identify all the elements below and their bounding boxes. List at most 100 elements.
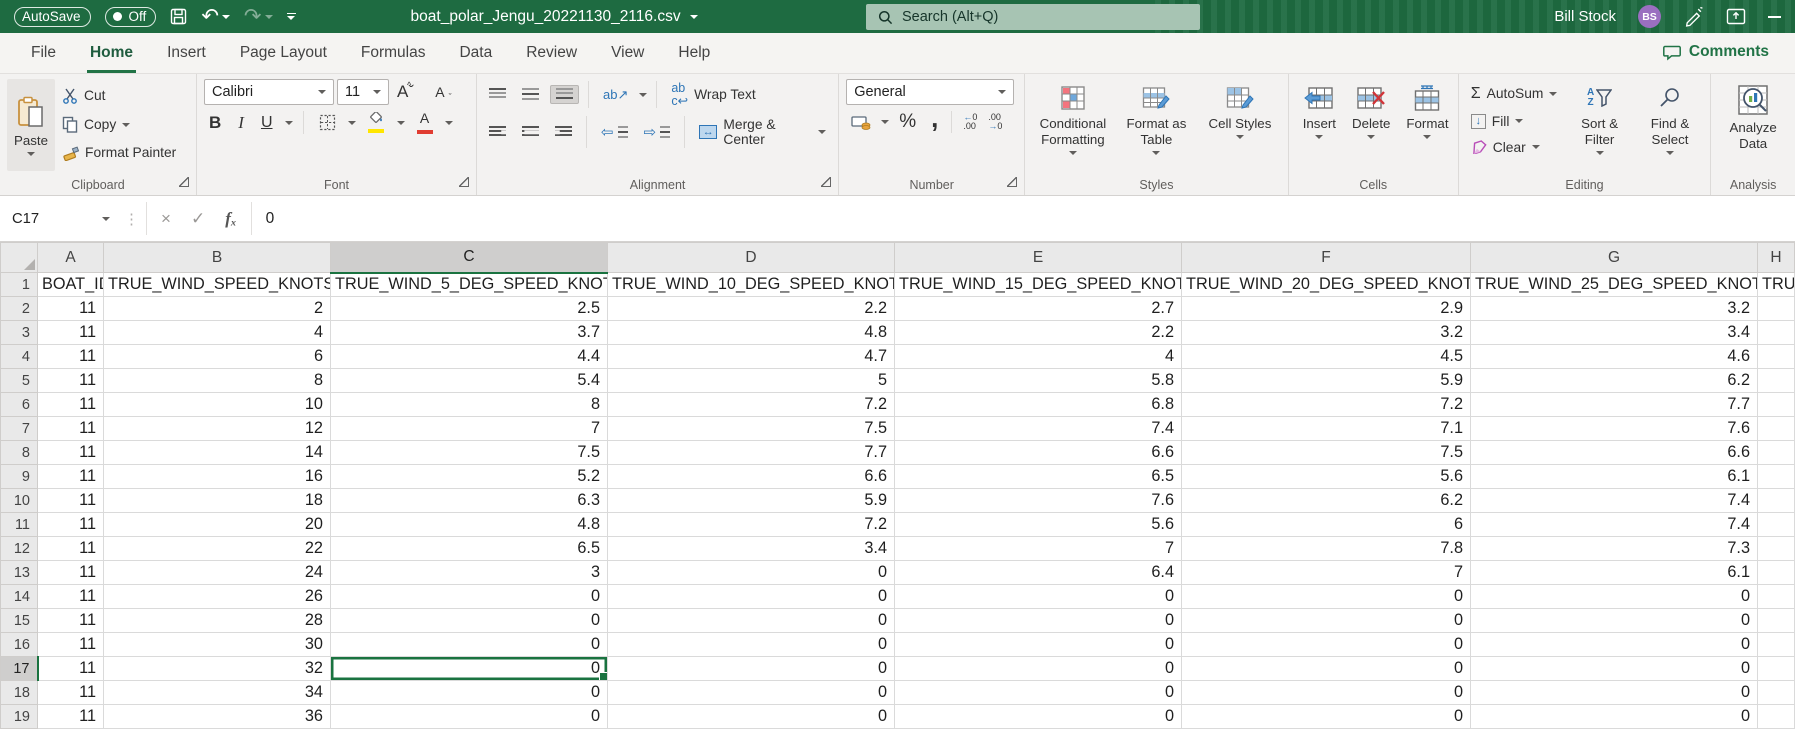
row-header-16[interactable]: 16	[1, 633, 38, 657]
cell-G5[interactable]: 6.2	[1471, 369, 1758, 393]
cell-A2[interactable]: 11	[38, 297, 104, 321]
cell-E3[interactable]: 2.2	[895, 321, 1182, 345]
row-header-1[interactable]: 1	[1, 273, 38, 297]
cell-C17[interactable]: 0	[331, 657, 608, 681]
cell-G6[interactable]: 7.7	[1471, 393, 1758, 417]
search-input[interactable]: Search (Alt+Q)	[866, 4, 1200, 30]
cell-F2[interactable]: 2.9	[1182, 297, 1471, 321]
name-box[interactable]: C17	[0, 202, 118, 235]
cell-F7[interactable]: 7.1	[1182, 417, 1471, 441]
dialog-launcher-icon[interactable]	[821, 177, 831, 187]
bottom-align-button[interactable]	[550, 85, 579, 104]
row-header-18[interactable]: 18	[1, 681, 38, 705]
paste-button[interactable]: Paste	[7, 79, 55, 171]
row-header-7[interactable]: 7	[1, 417, 38, 441]
row-header-17[interactable]: 17	[1, 657, 38, 681]
save-button[interactable]	[170, 8, 187, 25]
fill-color-button[interactable]	[363, 110, 390, 135]
cell-D7[interactable]: 7.5	[608, 417, 895, 441]
cell-G8[interactable]: 6.6	[1471, 441, 1758, 465]
cell-E14[interactable]: 0	[895, 585, 1182, 609]
row-header-4[interactable]: 4	[1, 345, 38, 369]
orientation-button[interactable]: ab↗	[598, 85, 633, 105]
insert-function-button[interactable]: fₓ	[225, 209, 236, 229]
cell-E12[interactable]: 7	[895, 537, 1182, 561]
sort-filter-button[interactable]: AZ Sort & Filter	[1564, 79, 1634, 157]
column-header-e[interactable]: E	[895, 243, 1182, 273]
fill-button[interactable]: ↓ Fill	[1466, 111, 1563, 132]
tab-insert[interactable]: Insert	[150, 33, 223, 73]
font-name-select[interactable]: Calibri	[204, 79, 334, 105]
cell-H16[interactable]	[1758, 633, 1795, 657]
column-header-b[interactable]: B	[104, 243, 331, 273]
cut-button[interactable]: Cut	[57, 85, 181, 107]
minimize-button[interactable]	[1768, 16, 1781, 18]
cell-G17[interactable]: 0	[1471, 657, 1758, 681]
cell-B19[interactable]: 36	[104, 705, 331, 729]
increase-decimal-button[interactable]: ←0.00	[960, 112, 980, 133]
top-align-button[interactable]	[484, 86, 511, 103]
cell-H5[interactable]	[1758, 369, 1795, 393]
cell-E9[interactable]: 6.5	[895, 465, 1182, 489]
header-cell[interactable]: TRUE_WIND_25_DEG_SPEED_KNOTS	[1471, 273, 1758, 297]
font-color-dropdown-icon[interactable]	[445, 121, 453, 125]
cell-F11[interactable]: 6	[1182, 513, 1471, 537]
cell-A15[interactable]: 11	[38, 609, 104, 633]
cell-C5[interactable]: 5.4	[331, 369, 608, 393]
cell-G19[interactable]: 0	[1471, 705, 1758, 729]
cell-B16[interactable]: 30	[104, 633, 331, 657]
middle-align-button[interactable]	[517, 86, 544, 103]
cell-F8[interactable]: 7.5	[1182, 441, 1471, 465]
header-cell[interactable]: TRUE_WIND_20_DEG_SPEED_KNOTS	[1182, 273, 1471, 297]
analyze-data-button[interactable]: Analyze Data	[1718, 79, 1788, 154]
cell-H11[interactable]	[1758, 513, 1795, 537]
fill-color-dropdown-icon[interactable]	[397, 121, 405, 125]
format-painter-button[interactable]: Format Painter	[57, 142, 181, 164]
cell-C19[interactable]: 0	[331, 705, 608, 729]
cell-A8[interactable]: 11	[38, 441, 104, 465]
cell-G15[interactable]: 0	[1471, 609, 1758, 633]
font-color-button[interactable]: A	[412, 109, 438, 136]
cell-D5[interactable]: 5	[608, 369, 895, 393]
cell-A4[interactable]: 11	[38, 345, 104, 369]
cell-G13[interactable]: 6.1	[1471, 561, 1758, 585]
cell-D19[interactable]: 0	[608, 705, 895, 729]
cell-B4[interactable]: 6	[104, 345, 331, 369]
cell-F18[interactable]: 0	[1182, 681, 1471, 705]
cell-H14[interactable]	[1758, 585, 1795, 609]
row-header-6[interactable]: 6	[1, 393, 38, 417]
cell-E13[interactable]: 6.4	[895, 561, 1182, 585]
tab-formulas[interactable]: Formulas	[344, 33, 443, 73]
borders-dropdown-icon[interactable]	[348, 121, 356, 125]
cell-D9[interactable]: 6.6	[608, 465, 895, 489]
user-name[interactable]: Bill Stock	[1554, 8, 1616, 25]
borders-button[interactable]	[314, 112, 341, 133]
cell-B3[interactable]: 4	[104, 321, 331, 345]
cell-A9[interactable]: 11	[38, 465, 104, 489]
align-left-button[interactable]	[484, 124, 511, 141]
row-header-5[interactable]: 5	[1, 369, 38, 393]
redo-button[interactable]: ↷	[244, 6, 273, 27]
cell-H13[interactable]	[1758, 561, 1795, 585]
dialog-launcher-icon[interactable]	[459, 177, 469, 187]
tab-page-layout[interactable]: Page Layout	[223, 33, 344, 73]
dialog-launcher-icon[interactable]	[1007, 177, 1017, 187]
customize-qat-button[interactable]	[287, 13, 296, 21]
row-header-8[interactable]: 8	[1, 441, 38, 465]
cell-B11[interactable]: 20	[104, 513, 331, 537]
cell-D8[interactable]: 7.7	[608, 441, 895, 465]
pen-mode-icon[interactable]	[1683, 6, 1704, 27]
cell-D6[interactable]: 7.2	[608, 393, 895, 417]
tab-file[interactable]: File	[14, 33, 73, 73]
cell-E17[interactable]: 0	[895, 657, 1182, 681]
bold-button[interactable]: B	[204, 111, 226, 135]
cell-B17[interactable]: 32	[104, 657, 331, 681]
cell-E2[interactable]: 2.7	[895, 297, 1182, 321]
cell-C10[interactable]: 6.3	[331, 489, 608, 513]
cell-A5[interactable]: 11	[38, 369, 104, 393]
enter-button[interactable]: ✓	[191, 209, 205, 229]
cell-E4[interactable]: 4	[895, 345, 1182, 369]
cell-H6[interactable]	[1758, 393, 1795, 417]
row-header-13[interactable]: 13	[1, 561, 38, 585]
cell-G10[interactable]: 7.4	[1471, 489, 1758, 513]
